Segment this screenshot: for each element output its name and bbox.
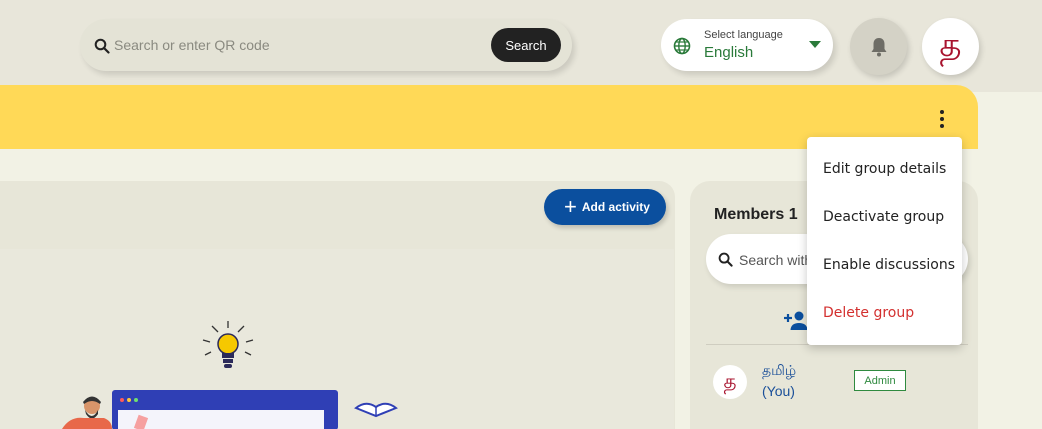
member-name[interactable]: தமிழ் xyxy=(762,362,796,381)
search-input[interactable] xyxy=(114,33,474,57)
member-avatar: த xyxy=(713,365,747,399)
menu-item-delete-group[interactable]: Delete group xyxy=(807,289,962,337)
search-icon xyxy=(718,252,733,267)
globe-icon xyxy=(673,37,691,55)
language-value: English xyxy=(704,44,754,61)
add-activity-label: Add activity xyxy=(581,200,650,214)
admin-badge: Admin xyxy=(854,370,906,391)
search-icon xyxy=(94,38,110,54)
menu-item-edit-group-details[interactable]: Edit group details xyxy=(807,145,962,193)
search-button[interactable]: Search xyxy=(491,28,561,62)
members-title: Members 1 xyxy=(714,206,798,223)
plus-icon: + xyxy=(564,194,577,219)
notifications-button[interactable] xyxy=(850,18,907,75)
add-activity-button[interactable]: + Add activity xyxy=(544,189,666,225)
empty-state-illustration xyxy=(62,321,398,429)
menu-item-enable-discussions[interactable]: Enable discussions xyxy=(807,241,962,289)
member-you-label: (You) xyxy=(762,383,795,399)
search-bar: Search xyxy=(80,19,572,71)
menu-item-deactivate-group[interactable]: Deactivate group xyxy=(807,193,962,241)
browser-window-illustration xyxy=(112,390,338,429)
group-options-menu: Edit group details Deactivate group Enab… xyxy=(807,137,962,345)
more-vert-icon[interactable] xyxy=(932,108,952,130)
book-illustration xyxy=(354,402,398,418)
profile-avatar[interactable]: த xyxy=(922,18,979,75)
language-caption: Select language xyxy=(704,29,783,41)
bell-icon xyxy=(871,37,886,56)
lightbulb-icon xyxy=(202,321,254,368)
person-illustration xyxy=(62,396,112,429)
chevron-down-icon xyxy=(809,41,821,48)
language-selector[interactable]: Select language English xyxy=(661,19,833,71)
add-person-icon[interactable] xyxy=(783,309,809,331)
